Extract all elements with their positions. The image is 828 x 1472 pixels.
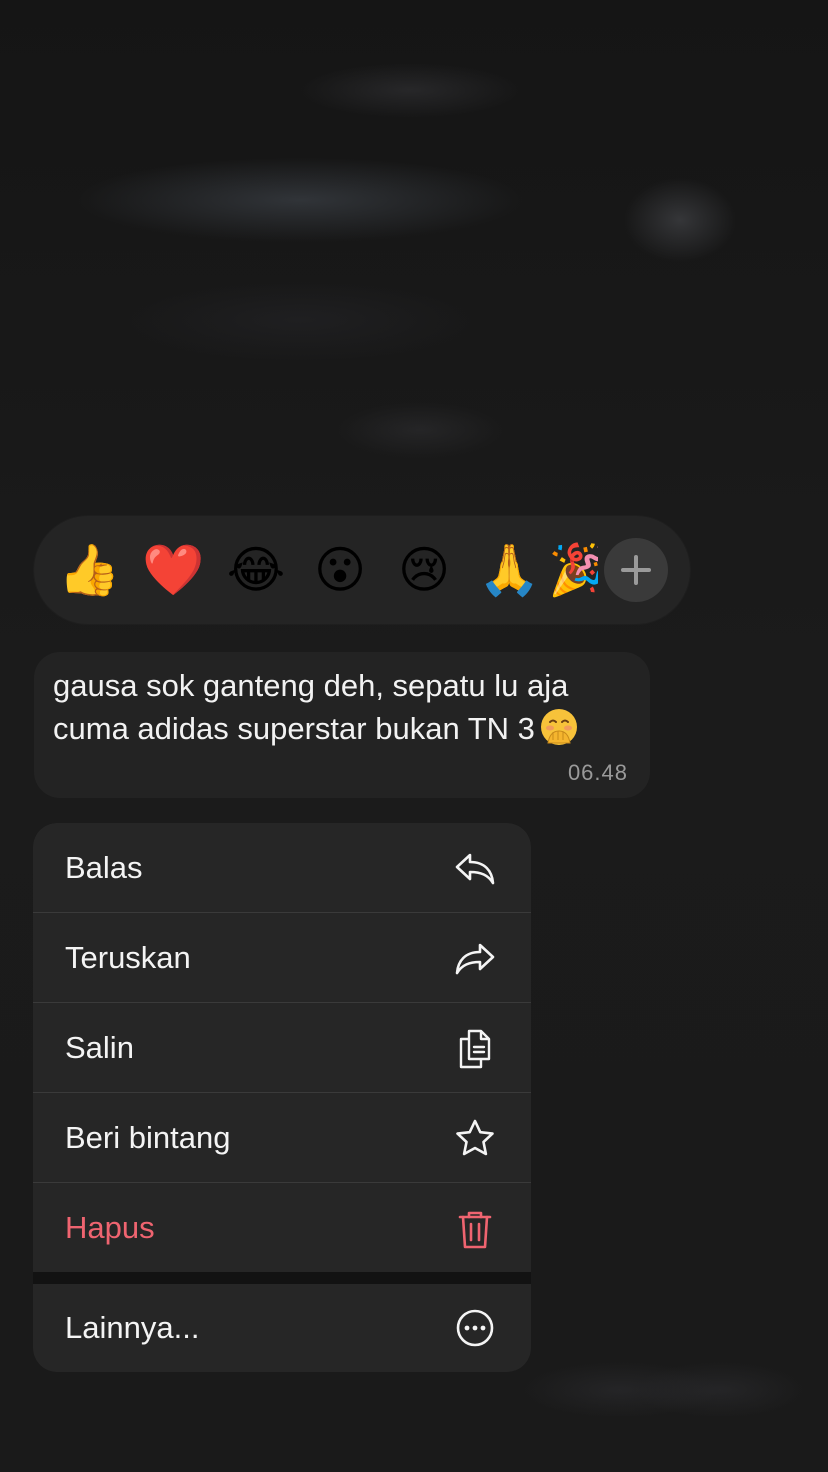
hand-over-mouth-emoji-icon (540, 709, 577, 745)
menu-item-reply[interactable]: Balas (33, 823, 531, 913)
reaction-crying[interactable]: 😢 (394, 540, 454, 600)
reaction-thumbs-up[interactable]: 👍 (58, 540, 120, 600)
chat-screen: 👍 ❤️ 😂 😮 😢 🙏 🎉 gausa sok ganteng deh, se… (0, 0, 828, 1472)
message-text: gausa sok ganteng deh, sepatu lu aja cum… (53, 668, 569, 746)
reaction-pray[interactable]: 🙏 (478, 540, 540, 600)
menu-item-more[interactable]: Lainnya... (33, 1284, 531, 1372)
reaction-laughing[interactable]: 😂 (226, 540, 286, 600)
menu-item-label: Hapus (65, 1210, 155, 1245)
more-reactions-button[interactable] (604, 538, 668, 602)
message-text-container: gausa sok ganteng deh, sepatu lu aja cum… (53, 664, 643, 750)
menu-item-label: Teruskan (65, 940, 191, 975)
context-menu: Balas Teruskan Salin Beri bintang Hapus … (33, 823, 531, 1372)
forward-icon (455, 943, 495, 975)
message-bubble[interactable]: gausa sok ganteng deh, sepatu lu aja cum… (34, 652, 650, 798)
reaction-surprised[interactable]: 😮 (310, 540, 370, 600)
more-icon (456, 1309, 494, 1347)
trash-icon (458, 1211, 492, 1249)
copy-icon (459, 1029, 491, 1069)
menu-item-delete[interactable]: Hapus (33, 1183, 531, 1272)
message-timestamp: 06.48 (567, 760, 628, 785)
star-icon (456, 1119, 494, 1156)
menu-item-label: Lainnya... (65, 1310, 200, 1345)
menu-item-label: Balas (65, 850, 143, 885)
reaction-bar: 👍 ❤️ 😂 😮 😢 🙏 🎉 (34, 516, 690, 624)
menu-item-star[interactable]: Beri bintang (33, 1093, 531, 1183)
menu-item-forward[interactable]: Teruskan (33, 913, 531, 1003)
menu-item-label: Beri bintang (65, 1120, 231, 1155)
reaction-heart[interactable]: ❤️ (142, 540, 204, 600)
reply-icon (455, 853, 495, 885)
menu-item-label: Salin (65, 1030, 134, 1065)
menu-item-copy[interactable]: Salin (33, 1003, 531, 1093)
reaction-party[interactable]: 🎉 (548, 540, 598, 600)
